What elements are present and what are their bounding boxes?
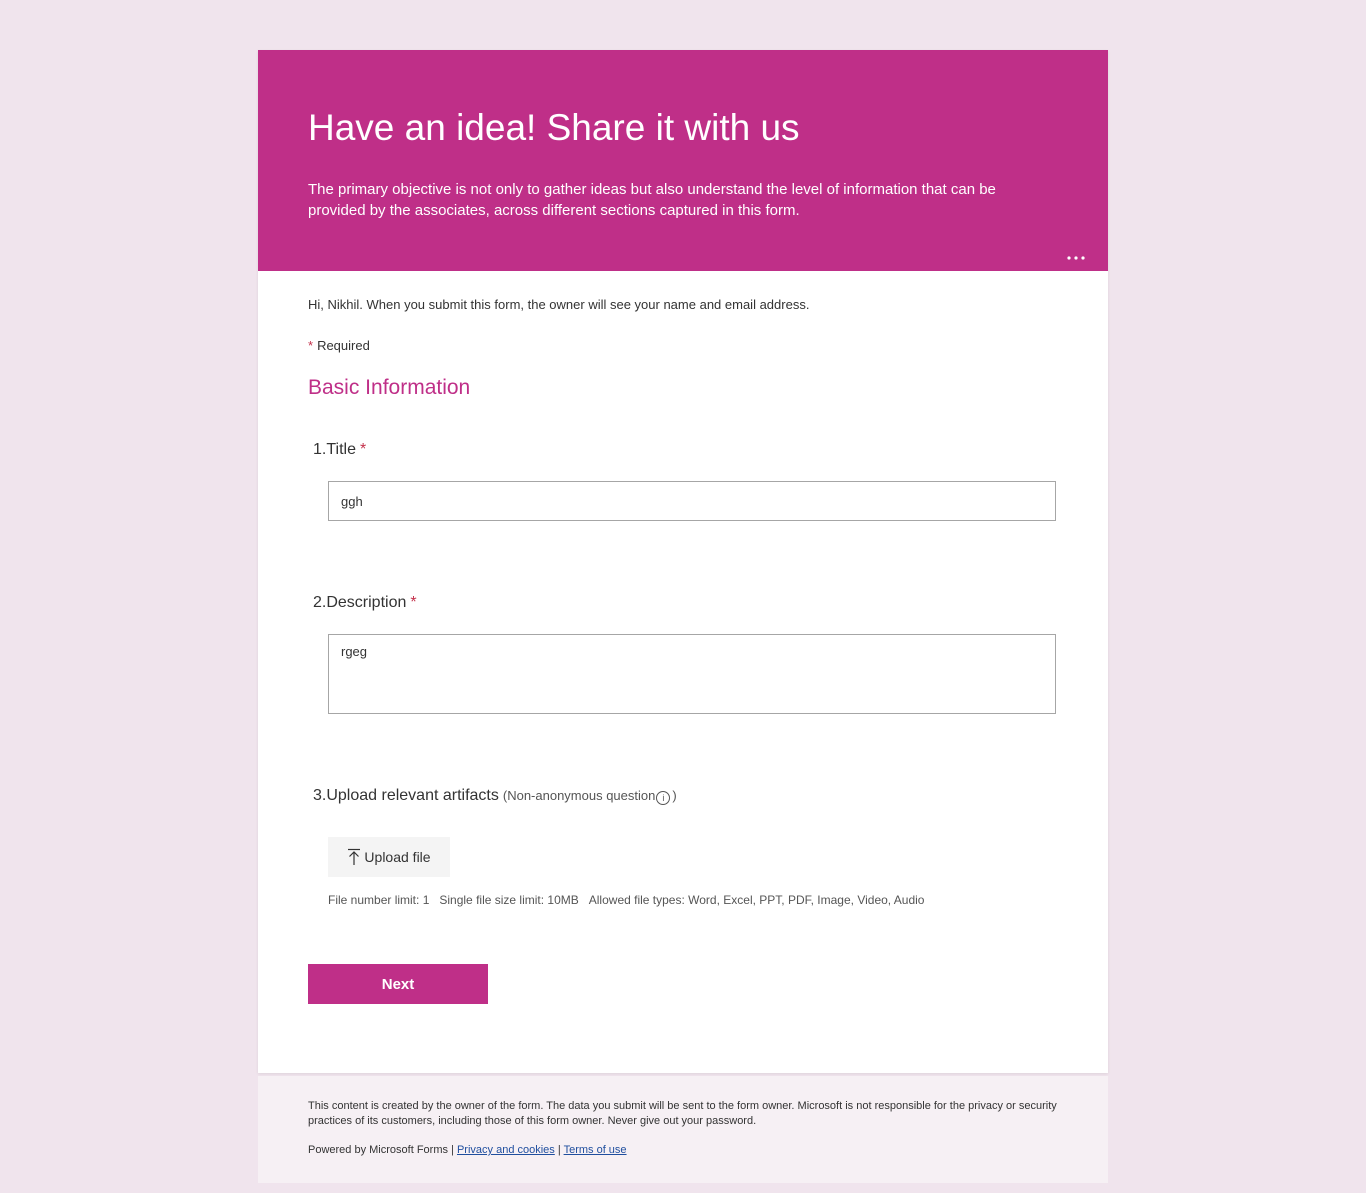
title-input[interactable]: ggh bbox=[328, 481, 1056, 521]
non-anonymous-note: (Non-anonymous question i) bbox=[502, 788, 677, 805]
upload-file-button[interactable]: Upload file bbox=[328, 837, 450, 877]
required-star: * bbox=[410, 594, 417, 611]
question-upload-label: 3.Upload relevant artifacts (Non-anonymou… bbox=[313, 787, 677, 805]
question-number: 2. bbox=[313, 594, 327, 611]
footer-separator: | bbox=[557, 1144, 561, 1156]
info-icon[interactable]: i bbox=[656, 791, 671, 805]
non-anonymous-close: ) bbox=[672, 788, 677, 803]
form-header: Have an idea! Share it with us The prima… bbox=[258, 50, 1108, 271]
powered-by-text: Powered by Microsoft Forms | bbox=[308, 1144, 454, 1156]
footer-powered-by: Powered by Microsoft Forms | Privacy and… bbox=[308, 1144, 627, 1156]
question-title-label: 1.Title * bbox=[313, 441, 366, 459]
description-textarea[interactable]: rgeg bbox=[328, 634, 1056, 714]
required-star: * bbox=[308, 338, 314, 353]
form-description: The primary objective is not only to gat… bbox=[308, 181, 996, 219]
terms-link[interactable]: Terms of use bbox=[564, 1144, 627, 1156]
more-options-icon[interactable] bbox=[1066, 249, 1086, 261]
next-button[interactable]: Next bbox=[308, 964, 488, 1004]
required-label: Required bbox=[317, 338, 370, 353]
footer: This content is created by the owner of … bbox=[258, 1076, 1108, 1183]
form-body: Hi, Nikhil. When you submit this form, t… bbox=[258, 271, 1108, 1073]
upload-file-label: Upload file bbox=[364, 849, 431, 865]
file-number-limit: File number limit: 1 bbox=[328, 893, 430, 907]
question-text: Title bbox=[326, 441, 356, 458]
required-note: * Required bbox=[308, 338, 370, 353]
non-anonymous-text: (Non-anonymous question bbox=[502, 788, 656, 803]
question-text: Description bbox=[326, 594, 407, 611]
file-size-limit: Single file size limit: 10MB bbox=[439, 893, 579, 907]
question-number: 3. bbox=[313, 787, 327, 804]
required-star: * bbox=[359, 441, 367, 458]
greeting-text: Hi, Nikhil. When you submit this form, t… bbox=[308, 297, 810, 312]
allowed-file-types: Allowed file types: Word, Excel, PPT, PD… bbox=[588, 893, 925, 907]
form-card: Have an idea! Share it with us The prima… bbox=[258, 50, 1108, 1073]
upload-icon bbox=[347, 848, 361, 866]
file-limits: File number limit: 1 Single file size lim… bbox=[328, 893, 934, 907]
question-text: Upload relevant artifacts bbox=[326, 787, 499, 804]
footer-disclaimer: This content is created by the owner of … bbox=[308, 1100, 1057, 1127]
form-title: Have an idea! Share it with us bbox=[308, 107, 800, 148]
question-number: 1. bbox=[313, 441, 327, 458]
question-description-label: 2.Description * bbox=[313, 594, 417, 612]
section-title: Basic Information bbox=[308, 376, 471, 399]
privacy-link[interactable]: Privacy and cookies bbox=[457, 1144, 555, 1156]
